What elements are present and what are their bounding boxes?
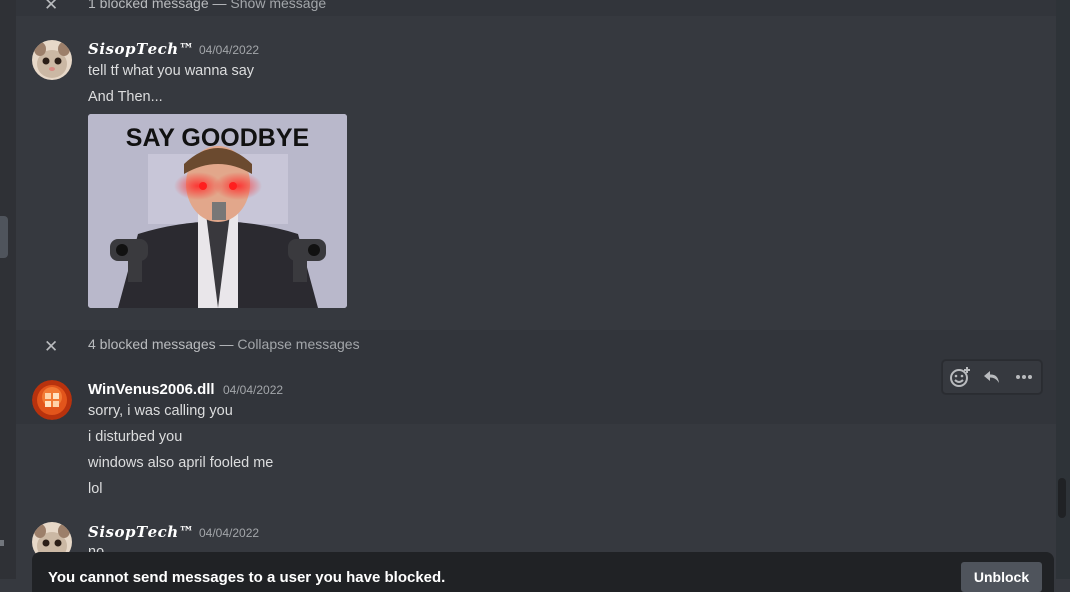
reply-button[interactable]: [979, 365, 1005, 389]
message-hover-toolbar: [942, 360, 1042, 394]
more-icon: [1016, 375, 1032, 379]
blocked-count: 4 blocked messages: [88, 336, 216, 352]
username[interactable]: 𝑺𝒊𝒔𝒐𝒑𝑻𝒆𝒄𝒉™: [88, 40, 194, 58]
blocked-user-notice: You cannot send messages to a user you h…: [32, 552, 1054, 592]
left-panel-marker: [0, 540, 4, 546]
message-text: sorry, i was calling you: [88, 403, 233, 419]
reply-icon: [984, 371, 999, 383]
avatar[interactable]: [32, 40, 72, 80]
collapse-messages-link[interactable]: Collapse messages: [237, 336, 359, 352]
message-text: i disturbed you: [88, 429, 183, 445]
timestamp: 04/04/2022: [223, 383, 284, 397]
timestamp: 04/04/2022: [199, 43, 260, 57]
more-options-button[interactable]: [1011, 365, 1037, 389]
meme-image[interactable]: SAY GOODBYE: [88, 114, 347, 308]
avatar[interactable]: [32, 380, 72, 420]
scrollbar-thumb[interactable]: [1058, 478, 1066, 518]
add-reaction-icon: [950, 367, 970, 387]
blocked-notice-text: You cannot send messages to a user you h…: [48, 569, 446, 586]
image-caption: SAY GOODBYE: [125, 124, 310, 152]
timestamp: 04/04/2022: [199, 526, 260, 540]
left-panel-tab[interactable]: [0, 216, 8, 258]
windows-orb-icon: [32, 380, 72, 420]
message-text: lol: [88, 481, 103, 497]
add-reaction-button[interactable]: [947, 365, 973, 389]
unblock-button[interactable]: Unblock: [961, 562, 1042, 592]
message-group: WinVenus2006.dll 04/04/2022 sorry, i was…: [16, 376, 1056, 502]
username[interactable]: 𝑺𝒊𝒔𝒐𝒑𝑻𝒆𝒄𝒉™: [88, 523, 194, 541]
username[interactable]: WinVenus2006.dll: [88, 381, 215, 398]
close-icon[interactable]: ✕: [44, 338, 58, 355]
message-text: tell tf what you wanna say: [88, 63, 255, 79]
cat-avatar-icon: [32, 40, 72, 80]
left-panel-edge: [0, 0, 16, 579]
message-text: windows also april fooled me: [88, 455, 274, 471]
message-text: And Then...: [88, 89, 163, 105]
blocked-messages-bar: ✕ 4 blocked messages — Collapse messages: [16, 330, 1056, 376]
